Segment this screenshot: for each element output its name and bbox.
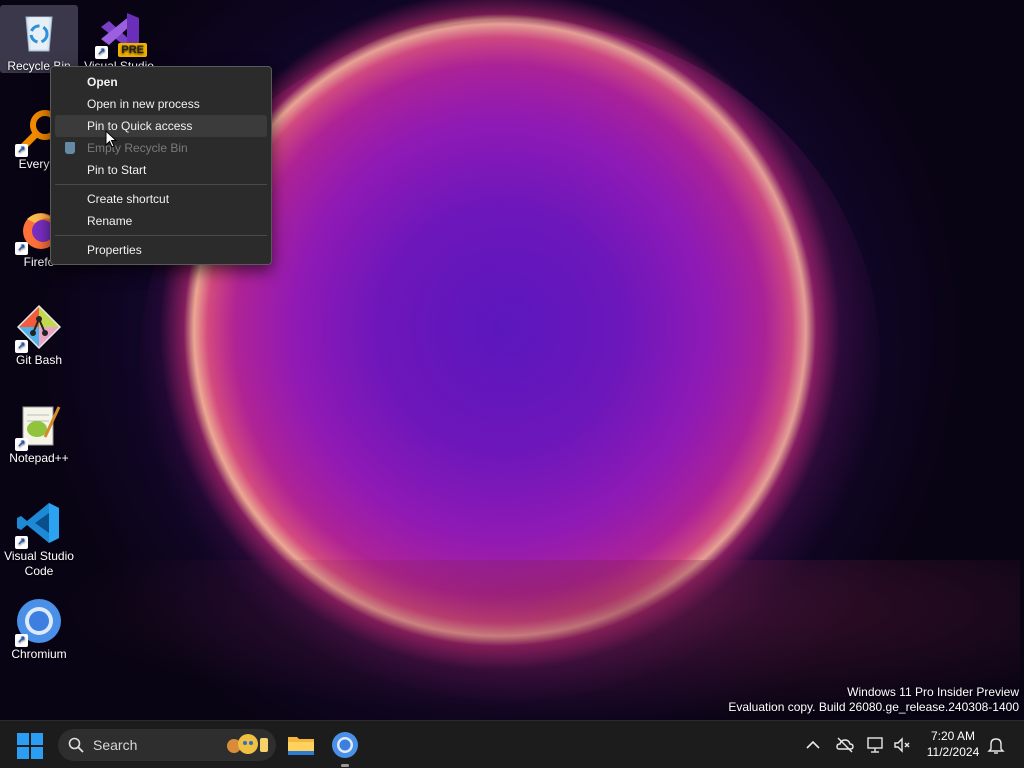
menu-item-open[interactable]: Open (55, 71, 267, 93)
notification-bell-icon[interactable] (986, 735, 1006, 755)
recycle-bin-icon (15, 9, 63, 57)
desktop-icon-visual-studio[interactable]: ↗ PRE Visual Studio (80, 5, 158, 74)
desktop-icon-notepad-plus-plus[interactable]: ↗ Notepad++ (0, 397, 78, 466)
context-menu: Open Open in new process Pin to Quick ac… (50, 66, 272, 265)
taskbar-file-explorer[interactable] (285, 729, 317, 761)
visual-studio-icon: ↗ PRE (95, 9, 147, 59)
git-bash-icon: ↗ (15, 303, 63, 353)
clock-time: 7:20 AM (930, 729, 976, 743)
menu-item-pin-quick-access[interactable]: Pin to Quick access (55, 115, 267, 137)
menu-item-label: Empty Recycle Bin (87, 141, 188, 155)
chromium-icon (332, 732, 358, 758)
desktop-icon-vscode[interactable]: ↗ Visual Studio Code (0, 495, 78, 579)
recycle-bin-small-icon (65, 142, 75, 154)
menu-item-properties[interactable]: Properties (55, 239, 267, 261)
search-highlight-icon (227, 734, 268, 754)
watermark-line-1: Windows 11 Pro Insider Preview (847, 685, 1019, 699)
desktop-icon-git-bash[interactable]: ↗ Git Bash (0, 299, 78, 368)
menu-item-open-new-process[interactable]: Open in new process (55, 93, 267, 115)
search-icon (68, 737, 84, 753)
menu-separator (55, 235, 267, 236)
desktop-icon-label: Git Bash (15, 353, 63, 367)
desktop-icon-label: Notepad++ (9, 451, 69, 465)
start-button[interactable] (17, 733, 43, 759)
menu-item-pin-to-start[interactable]: Pin to Start (55, 159, 267, 181)
menu-item-rename[interactable]: Rename (55, 210, 267, 232)
shortcut-arrow-icon: ↗ (95, 46, 108, 59)
vscode-icon: ↗ (15, 499, 63, 549)
shortcut-arrow-icon: ↗ (15, 536, 28, 549)
search-label: Search (93, 737, 138, 753)
volume-muted-icon[interactable] (892, 735, 912, 755)
desktop-icon-label: Visual Studio Code (4, 549, 74, 578)
clock-date: 11/2/2024 (926, 745, 980, 759)
shortcut-arrow-icon: ↗ (15, 438, 28, 451)
onedrive-offline-icon[interactable] (835, 735, 855, 755)
mouse-cursor-icon (105, 130, 117, 148)
chromium-icon: ↗ (15, 597, 63, 647)
taskbar-chromium[interactable] (329, 729, 361, 767)
running-indicator (341, 764, 349, 767)
shortcut-arrow-icon: ↗ (15, 242, 28, 255)
menu-item-create-shortcut[interactable]: Create shortcut (55, 188, 267, 210)
shortcut-arrow-icon: ↗ (15, 340, 28, 353)
shortcut-arrow-icon: ↗ (15, 634, 28, 647)
menu-item-empty-recycle-bin: Empty Recycle Bin (55, 137, 267, 159)
menu-separator (55, 184, 267, 185)
show-hidden-icons-chevron-icon[interactable] (803, 735, 823, 755)
desktop-icon-chromium[interactable]: ↗ Chromium (0, 593, 78, 662)
file-explorer-icon (288, 737, 314, 755)
desktop-icon-recycle-bin[interactable]: Recycle Bin (0, 5, 78, 73)
watermark-line-2: Evaluation copy. Build 26080.ge_release.… (728, 700, 1019, 714)
taskbar: Search 7:20 AM 11/2/2024 (0, 720, 1024, 768)
shortcut-arrow-icon: ↗ (15, 144, 28, 157)
system-clock[interactable]: 7:20 AM 11/2/2024 (918, 728, 988, 760)
evaluation-watermark: Windows 11 Pro Insider Preview Evaluatio… (728, 685, 1019, 715)
windows-logo-icon (17, 733, 29, 745)
desktop-icon-label: Chromium (11, 647, 67, 661)
preview-badge: PRE (118, 43, 147, 57)
network-icon[interactable] (866, 735, 886, 755)
notepad-plus-plus-icon: ↗ (15, 401, 63, 451)
taskbar-search[interactable]: Search (58, 729, 276, 761)
